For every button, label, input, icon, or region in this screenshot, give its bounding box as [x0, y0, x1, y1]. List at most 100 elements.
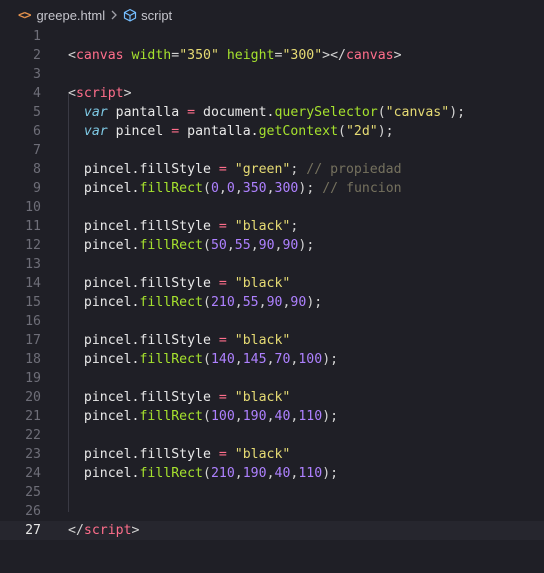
line-content[interactable]: <script>: [68, 84, 132, 103]
token-punct: ,: [266, 181, 275, 196]
line-content[interactable]: pincel.fillStyle = "black": [68, 388, 290, 407]
line-content[interactable]: pincel.fillStyle = "green"; // propiedad: [68, 160, 402, 179]
token-num: 190: [242, 466, 267, 481]
token-punct: (: [203, 238, 211, 253]
code-line[interactable]: 10: [0, 198, 544, 217]
token-punct: [219, 48, 227, 63]
code-line[interactable]: 25: [0, 483, 544, 502]
token-var: pincel: [107, 124, 172, 139]
token-punct: );: [322, 466, 339, 481]
code-lines[interactable]: 1 2 <canvas width="350" height="300"></can…: [0, 27, 544, 540]
token-punct: [227, 162, 235, 177]
code-line[interactable]: 26: [0, 502, 544, 521]
token-var: pincel.fillStyle: [83, 162, 219, 177]
token-var: document.: [195, 105, 275, 120]
code-line[interactable]: 9 pincel.fillRect(0,0,350,300); // funci…: [0, 179, 544, 198]
line-content[interactable]: pincel.fillRect(50,55,90,90);: [68, 236, 314, 255]
token-fn: fillRect: [139, 181, 203, 196]
code-line[interactable]: 4 <script>: [0, 84, 544, 103]
code-line[interactable]: 11 pincel.fillStyle = "black";: [0, 217, 544, 236]
code-line[interactable]: 18 pincel.fillRect(140,145,70,100);: [0, 350, 544, 369]
line-content[interactable]: var pincel = pantalla.getContext("2d");: [68, 122, 394, 141]
code-line[interactable]: 21 pincel.fillRect(100,190,40,110);: [0, 407, 544, 426]
token-var: pincel.: [83, 181, 140, 196]
code-line[interactable]: 27 </script>: [0, 521, 544, 540]
code-editor[interactable]: <> greepe.html script 1 2 <canvas width="3…: [0, 0, 544, 573]
token-fn: getContext: [258, 124, 339, 139]
token-str: "black": [234, 276, 291, 291]
token-num: 50: [210, 238, 227, 253]
code-line[interactable]: 12 pincel.fillRect(50,55,90,90);: [0, 236, 544, 255]
breadcrumb: <> greepe.html script: [0, 0, 544, 30]
code-line[interactable]: 7: [0, 141, 544, 160]
token-punct: ,: [250, 238, 259, 253]
token-num: 350: [242, 181, 267, 196]
token-punct: [68, 447, 84, 462]
token-var: pincel.: [83, 409, 140, 424]
token-punct: [227, 219, 235, 234]
code-line[interactable]: 15 pincel.fillRect(210,55,90,90);: [0, 293, 544, 312]
breadcrumb-file[interactable]: greepe.html: [36, 8, 105, 23]
token-punct: ,: [218, 181, 227, 196]
line-content[interactable]: var pantalla = document.querySelector("c…: [68, 103, 465, 122]
code-line[interactable]: 6 var pincel = pantalla.getContext("2d")…: [0, 122, 544, 141]
line-content[interactable]: pincel.fillRect(140,145,70,100);: [68, 350, 338, 369]
line-content[interactable]: pincel.fillStyle = "black": [68, 274, 290, 293]
token-attr: height: [226, 48, 275, 63]
code-line[interactable]: 20 pincel.fillStyle = "black": [0, 388, 544, 407]
token-punct: );: [377, 124, 394, 139]
line-content[interactable]: pincel.fillRect(0,0,350,300); // funcion: [68, 179, 402, 198]
token-num: 140: [210, 352, 235, 367]
chevron-right-icon: [110, 10, 118, 20]
token-op: =: [218, 390, 227, 405]
code-line[interactable]: 24 pincel.fillRect(210,190,40,110);: [0, 464, 544, 483]
token-punct: [68, 409, 84, 424]
line-content[interactable]: pincel.fillStyle = "black": [68, 331, 290, 350]
code-line[interactable]: 14 pincel.fillStyle = "black": [0, 274, 544, 293]
code-line[interactable]: 1: [0, 27, 544, 46]
line-number: 19: [25, 371, 41, 386]
line-number: 12: [25, 238, 41, 253]
token-punct: [68, 105, 84, 120]
code-line[interactable]: 5 var pantalla = document.querySelector(…: [0, 103, 544, 122]
token-op: =: [218, 276, 227, 291]
code-line[interactable]: 19: [0, 369, 544, 388]
token-punct: ,: [234, 352, 243, 367]
token-num: 210: [210, 295, 235, 310]
token-var: pincel.fillStyle: [83, 276, 219, 291]
code-line[interactable]: 2 <canvas width="350" height="300"></canv…: [0, 46, 544, 65]
token-num: 90: [258, 238, 275, 253]
html-code-icon: <>: [18, 8, 31, 22]
token-punct: </: [68, 523, 84, 538]
line-content[interactable]: pincel.fillStyle = "black";: [68, 217, 298, 236]
line-content[interactable]: pincel.fillRect(100,190,40,110);: [68, 407, 338, 426]
line-number: 21: [25, 409, 41, 424]
token-num: 145: [242, 352, 267, 367]
code-line[interactable]: 22: [0, 426, 544, 445]
token-punct: (: [203, 295, 211, 310]
line-content[interactable]: </script>: [68, 521, 139, 540]
line-content[interactable]: pincel.fillRect(210,190,40,110);: [68, 464, 338, 483]
token-num: 110: [298, 466, 323, 481]
token-str: "canvas": [385, 105, 450, 120]
token-num: 300: [274, 181, 299, 196]
code-line[interactable]: 13: [0, 255, 544, 274]
code-line[interactable]: 16: [0, 312, 544, 331]
token-var: pincel.fillStyle: [83, 390, 219, 405]
token-punct: ,: [266, 409, 275, 424]
line-number: 8: [33, 162, 41, 177]
token-punct: (: [377, 105, 386, 120]
code-line[interactable]: 23 pincel.fillStyle = "black": [0, 445, 544, 464]
line-content[interactable]: pincel.fillRect(210,55,90,90);: [68, 293, 322, 312]
token-tag: script: [83, 523, 132, 538]
code-line[interactable]: 17 pincel.fillStyle = "black": [0, 331, 544, 350]
line-content[interactable]: pincel.fillStyle = "black": [68, 445, 290, 464]
code-line[interactable]: 3: [0, 65, 544, 84]
line-content[interactable]: <canvas width="350" height="300"></canva…: [68, 46, 402, 65]
token-punct: );: [322, 409, 339, 424]
token-punct: );: [298, 181, 323, 196]
token-tag: script: [75, 86, 124, 101]
breadcrumb-symbol[interactable]: script: [141, 8, 172, 23]
code-line[interactable]: 8 pincel.fillStyle = "green"; // propied…: [0, 160, 544, 179]
token-punct: [68, 352, 84, 367]
